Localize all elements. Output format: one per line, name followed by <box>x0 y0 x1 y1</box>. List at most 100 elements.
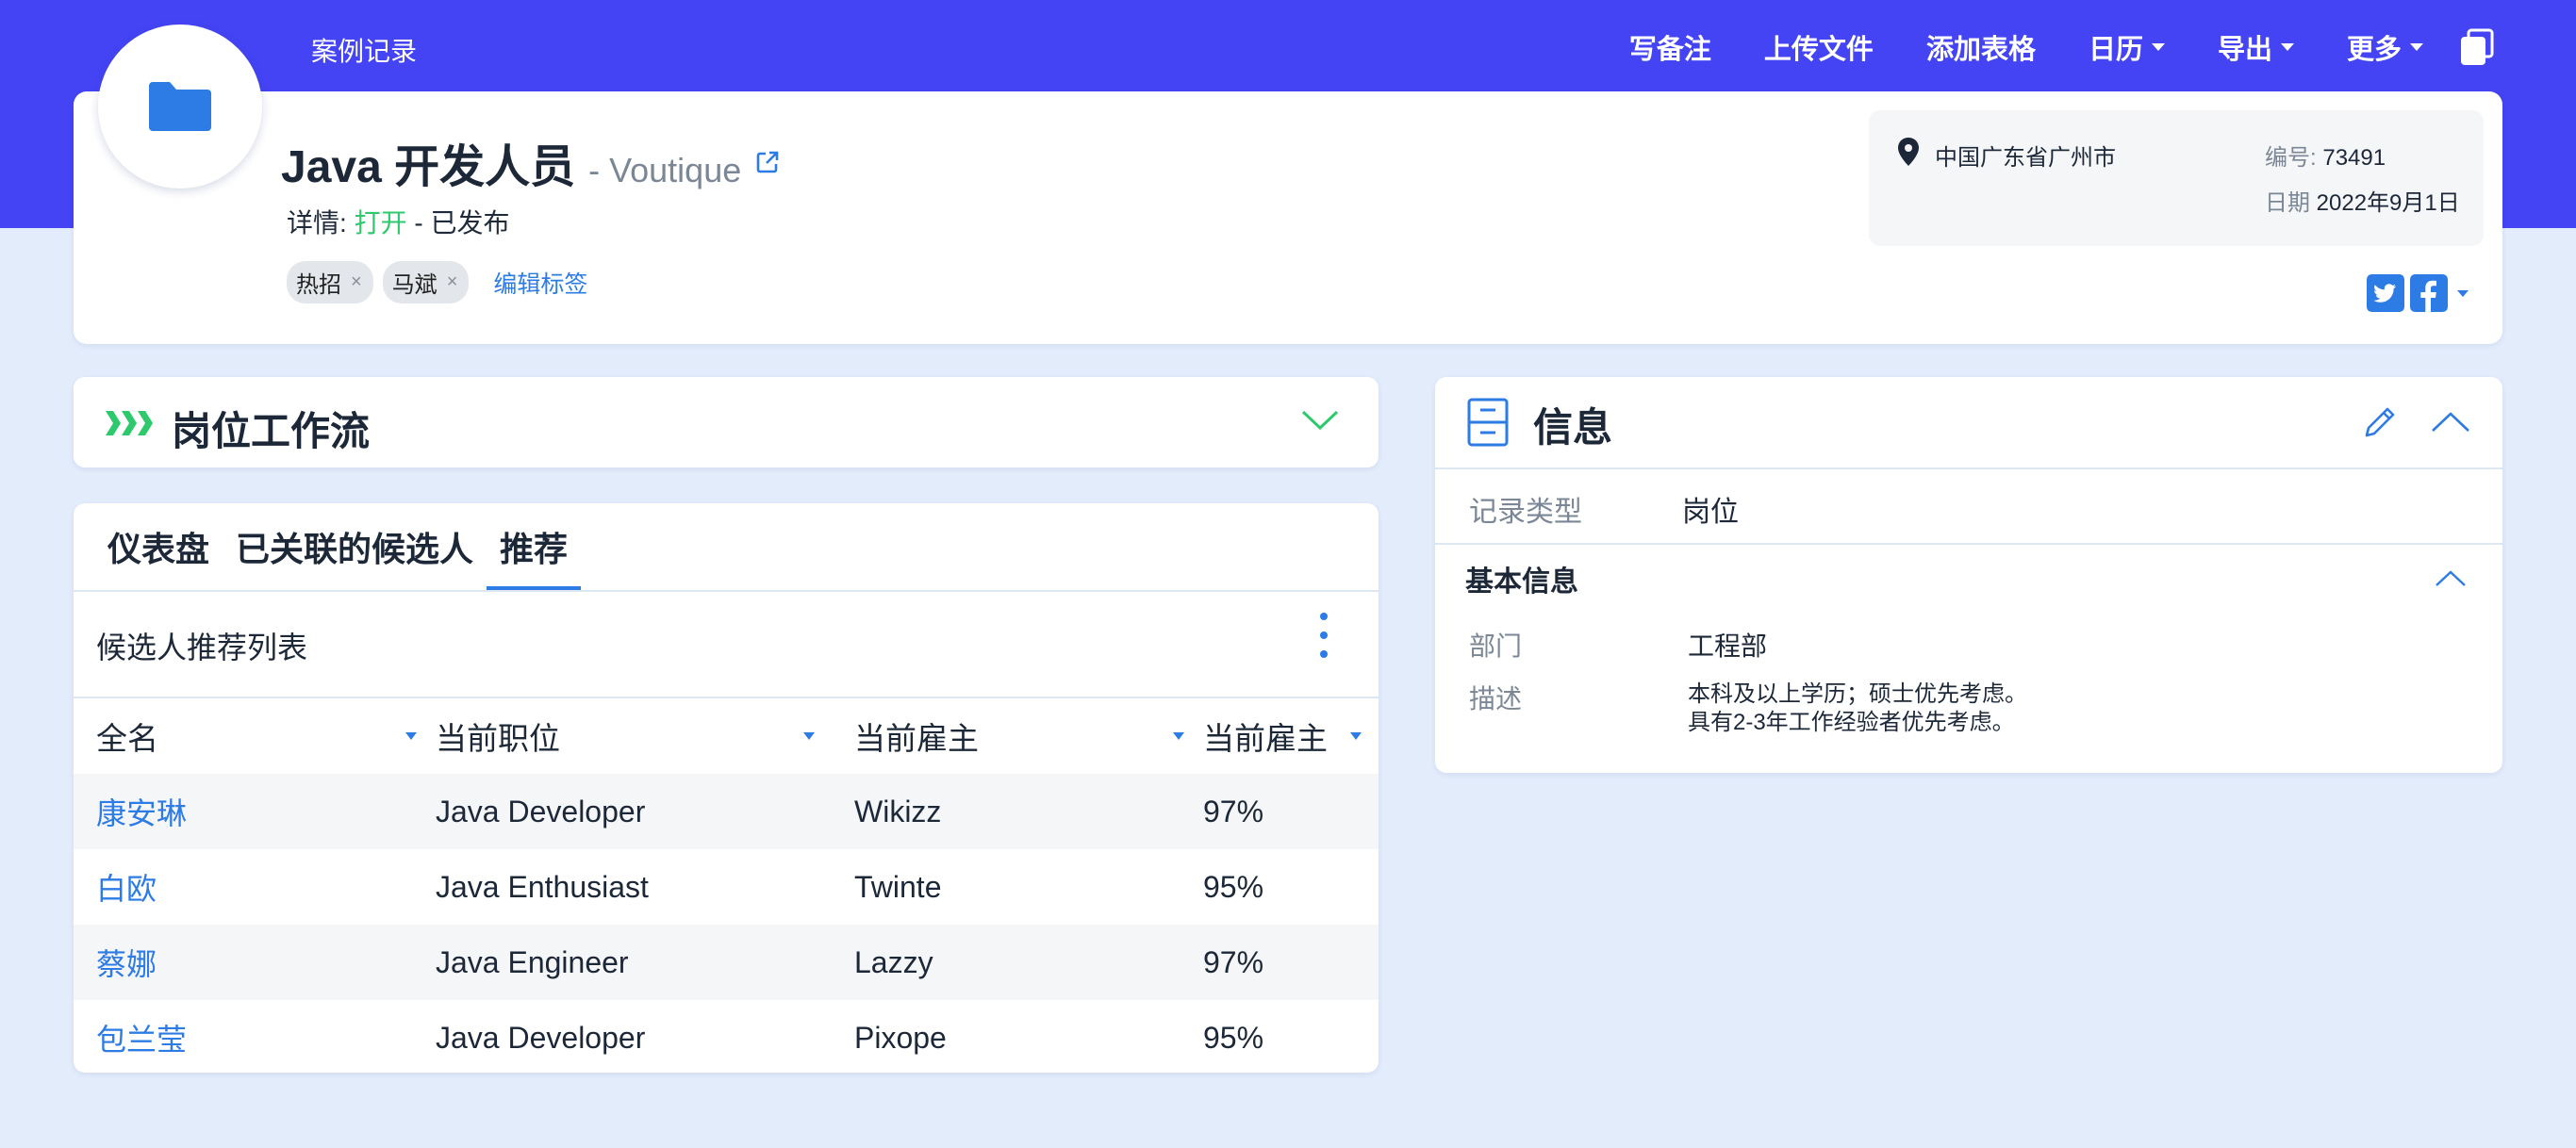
cell-position: Java Engineer <box>436 944 629 979</box>
description-line: 具有2-3年工作经验者优先考虑。 <box>1688 710 2015 735</box>
basic-info-title: 基本信息 <box>1465 566 1578 598</box>
tab-dashboard[interactable]: 仪表盘 <box>107 522 223 590</box>
info-card: 信息 记录类型 岗位 基本信息 部门 工程部 描述 本科及以上学历；硕士优先考虑… <box>1435 377 2502 773</box>
tags-row: 热招 × 马斌 × 编辑标签 <box>287 261 587 303</box>
kebab-menu-icon[interactable] <box>1316 613 1331 671</box>
copy-icon[interactable] <box>2457 27 2497 67</box>
table-row[interactable]: 白欧 Java Enthusiast Twinte 95% <box>74 849 1379 925</box>
chevron-up-icon[interactable] <box>2431 411 2470 434</box>
nav-add-form[interactable]: 添加表格 <box>1926 27 2036 67</box>
chevron-down-icon[interactable] <box>1301 409 1339 432</box>
department-value: 工程部 <box>1688 631 1768 661</box>
column-header-employer[interactable]: 当前雇主 <box>854 698 1203 774</box>
nav-label: 更多 <box>2346 35 2402 65</box>
tag-remove-icon[interactable]: × <box>447 271 458 293</box>
record-type-label: 记录类型 <box>1469 497 1582 528</box>
cell-match: 97% <box>1203 794 1264 828</box>
candidate-name-link[interactable]: 白欧 <box>96 849 157 925</box>
candidate-name-link[interactable]: 康安琳 <box>96 774 187 849</box>
column-header-name[interactable]: 全名 <box>96 698 417 774</box>
sort-caret-icon[interactable] <box>1173 732 1184 740</box>
column-header-position[interactable]: 当前职位 <box>436 698 841 774</box>
tab-bar: 仪表盘 已关联的候选人 推荐 <box>107 503 582 590</box>
cell-employer: Wikizz <box>854 794 942 828</box>
sort-caret-icon[interactable] <box>1350 732 1362 740</box>
title-row: Java 开发人员 - Voutique <box>281 129 781 195</box>
social-share <box>2367 274 2469 312</box>
record-date: 日期 2022年9月1日 <box>2265 184 2460 217</box>
external-link-icon[interactable] <box>754 149 781 175</box>
tag-chip: 马斌 × <box>382 261 470 303</box>
nav-upload-file[interactable]: 上传文件 <box>1764 27 1874 67</box>
pencil-icon[interactable] <box>2361 403 2399 441</box>
record-id: 编号: 73491 <box>2265 139 2386 172</box>
candidate-name-link[interactable]: 包兰莹 <box>96 1000 187 1073</box>
recommendation-card: 仪表盘 已关联的候选人 推荐 候选人推荐列表 全名 当前职位 当前雇主 当前雇主… <box>74 503 1379 1073</box>
nav-export-dropdown[interactable]: 导出 <box>2218 27 2294 67</box>
description-value: 本科及以上学历；硕士优先考虑。 具有2-3年工作经验者优先考虑。 <box>1688 681 2027 737</box>
tag-chip: 热招 × <box>287 261 373 303</box>
record-id-label: 编号: <box>2265 145 2317 171</box>
tab-linked-candidates[interactable]: 已关联的候选人 <box>223 522 487 590</box>
tag-remove-icon[interactable]: × <box>351 271 362 293</box>
facebook-icon[interactable] <box>2410 274 2448 312</box>
record-date-value: 2022年9月1日 <box>2316 190 2460 216</box>
table-row[interactable]: 康安琳 Java Developer Wikizz 97% <box>74 774 1379 849</box>
workflow-title: 岗位工作流 <box>172 409 371 453</box>
nav-label: 导出 <box>2217 35 2272 65</box>
column-label: 当前雇主 <box>854 721 979 756</box>
cell-position: Java Enthusiast <box>436 869 649 904</box>
sort-caret-icon[interactable] <box>803 732 815 740</box>
top-nav: 写备注 上传文件 添加表格 日历 导出 更多 <box>1577 21 2497 74</box>
cell-employer: Pixope <box>854 1020 947 1055</box>
nav-calendar-dropdown[interactable]: 日历 <box>2089 27 2165 67</box>
divider <box>1435 467 2502 469</box>
tag-label: 热招 <box>296 272 341 298</box>
caret-down-icon <box>2410 43 2423 51</box>
location-box: 中国广东省广州市 编号: 73491 日期 2022年9月1日 <box>1869 110 2484 246</box>
cell-match: 95% <box>1203 869 1264 904</box>
nav-label: 写备注 <box>1628 35 1711 65</box>
description-line: 本科及以上学历；硕士优先考虑。 <box>1688 681 2027 707</box>
divider <box>74 590 1379 592</box>
caret-down-icon <box>2151 43 2165 51</box>
page-title: Java 开发人员 <box>281 142 576 192</box>
twitter-icon[interactable] <box>2367 274 2404 312</box>
description-label: 描述 <box>1469 684 1523 713</box>
candidate-name-link[interactable]: 蔡娜 <box>96 925 157 1000</box>
location-address: 中国广东省广州市 <box>1935 145 2116 171</box>
table-row[interactable]: 蔡娜 Java Engineer Lazzy 97% <box>74 925 1379 1000</box>
column-label: 当前职位 <box>436 721 560 756</box>
sort-caret-icon[interactable] <box>405 732 417 740</box>
column-header-match[interactable]: 当前雇主 <box>1203 698 1363 774</box>
department-label: 部门 <box>1469 631 1523 661</box>
nav-more-dropdown[interactable]: 更多 <box>2347 27 2423 67</box>
breadcrumb[interactable]: 案例记录 <box>311 31 417 69</box>
location-pin-icon <box>1898 138 1919 166</box>
edit-tags-link[interactable]: 编辑标签 <box>493 266 587 300</box>
workflow-card[interactable]: 岗位工作流 <box>74 377 1379 467</box>
nav-write-note[interactable]: 写备注 <box>1629 27 1711 67</box>
detail-row: 详情: 打开 - 已发布 <box>287 203 509 240</box>
nav-label: 添加表格 <box>1925 35 2036 65</box>
avatar <box>98 25 262 189</box>
status-open: 打开 <box>354 208 407 238</box>
tab-recommend[interactable]: 推荐 <box>487 522 582 590</box>
archive-box-icon <box>1467 398 1509 447</box>
table-row[interactable]: 包兰莹 Java Developer Pixope 95% <box>74 1000 1379 1073</box>
record-id-value: 73491 <box>2322 145 2386 171</box>
share-dropdown-caret-icon[interactable] <box>2457 289 2469 297</box>
caret-down-icon <box>2280 43 2294 51</box>
header-card: Java 开发人员 - Voutique 详情: 打开 - 已发布 热招 × 马斌… <box>74 91 2502 344</box>
cell-match: 95% <box>1203 1020 1264 1055</box>
list-title: 候选人推荐列表 <box>96 631 308 664</box>
nav-label: 日历 <box>2088 35 2143 65</box>
chevron-up-icon[interactable] <box>2435 569 2467 588</box>
record-date-label: 日期 <box>2265 190 2310 216</box>
nav-label: 上传文件 <box>1763 35 1874 65</box>
cell-employer: Twinte <box>854 869 942 904</box>
cell-position: Java Developer <box>436 794 646 828</box>
status-published: - 已发布 <box>414 208 510 238</box>
info-title: 信息 <box>1533 405 1613 450</box>
column-label: 当前雇主 <box>1203 721 1328 756</box>
